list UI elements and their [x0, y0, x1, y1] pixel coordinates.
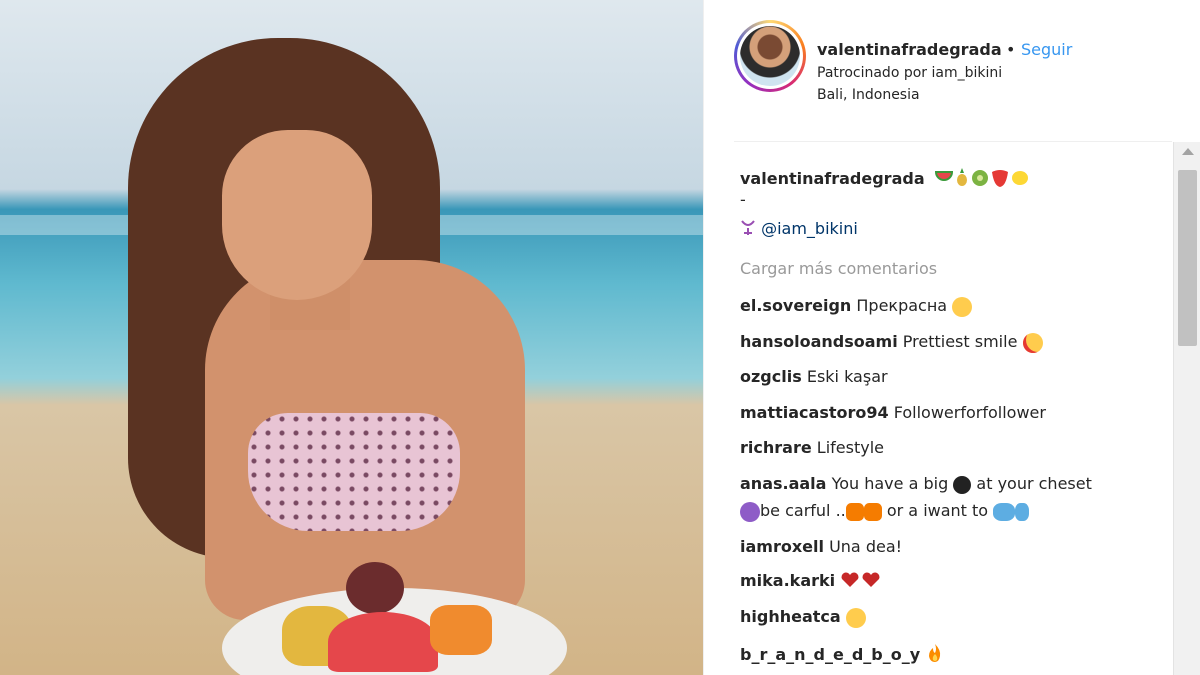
comment-username[interactable]: highheatca [740, 607, 841, 626]
comment-row: mattiacastoro94 Followerforfollower [740, 403, 1046, 422]
photo-passionfruit [346, 562, 404, 614]
comment-text: You have a big [831, 474, 949, 493]
photo-watermelon [328, 612, 438, 672]
lemon-icon [1011, 171, 1028, 185]
comment-username[interactable]: mattiacastoro94 [740, 403, 889, 422]
watermelon-icon [934, 171, 953, 181]
comment-username[interactable]: iamroxell [740, 537, 824, 556]
follow-button[interactable]: Seguir [1021, 40, 1072, 59]
comment-text-continued: be carful .. [760, 501, 846, 520]
sweat-droplets-icon [1015, 502, 1030, 521]
post-username-link[interactable]: valentinafradegrada [817, 40, 1002, 59]
devil-face-icon [740, 501, 760, 522]
comment-row-continued: be carful .. or a iwant to [740, 501, 1030, 522]
post-side-panel: valentinafradegrada • Seguir Patrocinado… [703, 0, 1200, 675]
comment-username[interactable]: ozgclis [740, 367, 802, 386]
avatar[interactable] [734, 20, 806, 92]
comment-row: ozgclis Eski kaşar [740, 367, 888, 386]
comment-row: highheatca [740, 607, 866, 628]
comment-text: Una dea! [829, 537, 903, 556]
comment-row: b_r_a_n_d_e_d_b_o_y [740, 642, 945, 664]
collision-icon [845, 502, 864, 521]
scroll-up-arrow-icon[interactable] [1182, 148, 1194, 155]
comment-row: iamroxell Una dea! [740, 537, 902, 556]
comment-text: Prettiest smile [902, 332, 1018, 351]
smirk-face-icon [952, 296, 973, 317]
header-divider [734, 141, 1172, 142]
caption-line: valentinafradegrada [740, 166, 1030, 188]
sweat-droplets-icon [993, 502, 1016, 521]
collision-icon [863, 502, 882, 521]
comment-row: el.sovereign Прекрасна [740, 296, 973, 317]
photo-face [222, 130, 372, 300]
photo-mango [430, 605, 492, 655]
fruit-emoji-icons [934, 168, 1028, 187]
comment-text: Прекрасна [856, 296, 948, 315]
comment-username[interactable]: mika.karki [740, 571, 835, 590]
comment-text: Followerforfollower [893, 403, 1046, 422]
comment-username[interactable]: hansoloandsoami [740, 332, 898, 351]
bomb-icon [953, 475, 972, 494]
two-hearts-icon [841, 572, 880, 587]
fire-icon [929, 644, 941, 662]
pineapple-icon [956, 174, 967, 186]
comment-row: hansoloandsoami Prettiest smile [740, 332, 1043, 353]
photo-bikini [248, 413, 460, 531]
comment-row: mika.karki [740, 571, 882, 590]
comment-username[interactable]: el.sovereign [740, 296, 851, 315]
caption-username[interactable]: valentinafradegrada [740, 169, 925, 188]
comments-list: valentinafradegrada - @iam_bikini Cargar… [740, 150, 1170, 675]
mention-link[interactable]: @iam_bikini [761, 219, 858, 238]
strawberry-icon [991, 170, 1008, 187]
comment-username[interactable]: richrare [740, 438, 812, 457]
scrollbar[interactable] [1173, 142, 1200, 675]
location-link[interactable]: Bali, Indonesia [817, 87, 920, 103]
scrollbar-thumb[interactable] [1178, 170, 1197, 346]
avatar-frame [737, 23, 803, 89]
caption-mention-line: @iam_bikini [740, 219, 858, 238]
separator-dot: • [1006, 40, 1016, 59]
yum-face-icon [845, 607, 866, 628]
bikini-glyph-icon [741, 220, 755, 235]
post-photo [0, 0, 703, 675]
comment-text-continued: or a iwant to [886, 501, 989, 520]
comment-row: anas.aala You have a big at your cheset [740, 474, 1092, 494]
comment-username[interactable]: anas.aala [740, 474, 826, 493]
post-header: valentinafradegrada • Seguir Patrocinado… [704, 0, 1200, 142]
heart-eyes-face-icon [1022, 332, 1043, 353]
comment-text-continued: at your cheset [976, 474, 1092, 493]
load-more-comments-button[interactable]: Cargar más comentarios [740, 259, 937, 278]
comment-text: Eski kaşar [806, 367, 888, 386]
comment-username[interactable]: b_r_a_n_d_e_d_b_o_y [740, 645, 920, 664]
sponsored-label[interactable]: Patrocinado por iam_bikini [817, 65, 1002, 81]
comment-text: Lifestyle [816, 438, 884, 457]
comment-row: richrare Lifestyle [740, 438, 884, 457]
caption-dash: - [740, 190, 746, 209]
avatar-image [740, 26, 800, 86]
